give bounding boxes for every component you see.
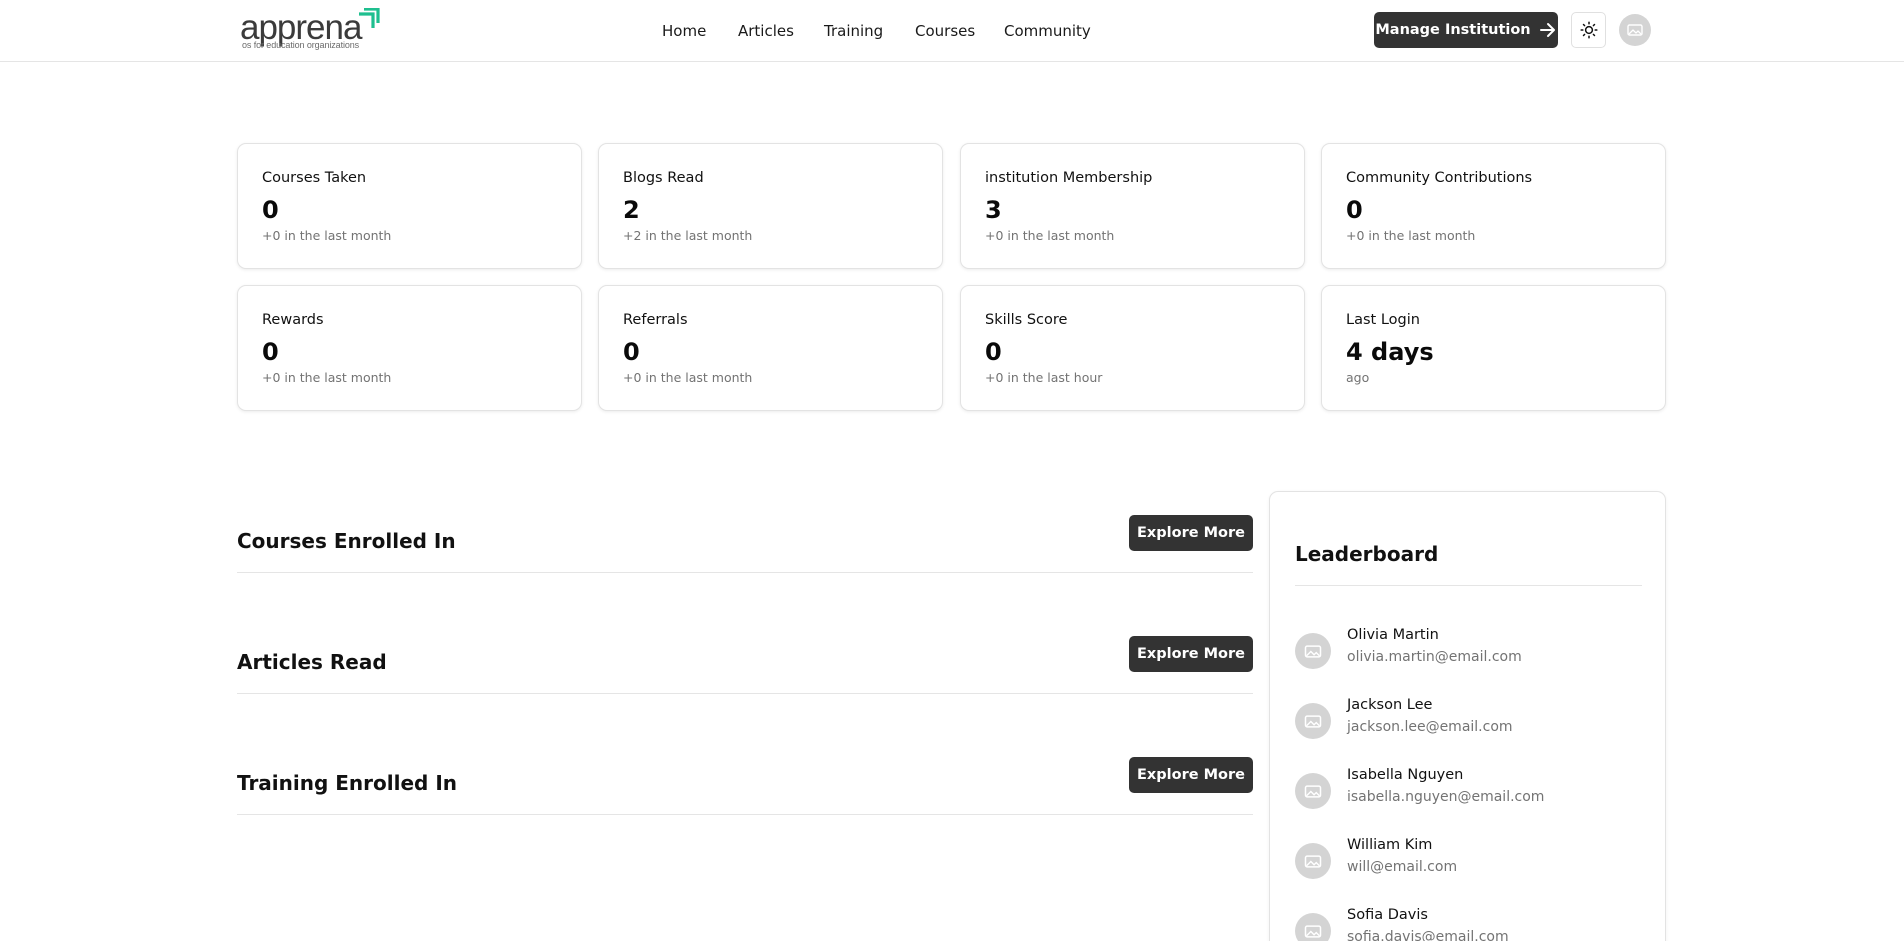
stat-value: 4 days: [1346, 338, 1434, 366]
stat-card-last-login: Last Login 4 days ago: [1321, 285, 1666, 411]
stat-title: Community Contributions: [1346, 170, 1533, 186]
stat-card-rewards: Rewards 0 +0 in the last month: [237, 285, 582, 411]
stat-value: 0: [623, 338, 640, 366]
avatar: [1295, 633, 1331, 669]
stat-change: +2 in the last month: [623, 228, 753, 243]
stat-card-institution-membership: institution Membership 3 +0 in the last …: [960, 143, 1305, 269]
leaderboard-email: sofia.davis@email.com: [1347, 929, 1509, 941]
image-placeholder-icon: [1304, 784, 1322, 798]
sun-icon: [1579, 21, 1598, 39]
stat-value: 0: [262, 196, 279, 224]
stat-title: Skills Score: [985, 312, 1068, 328]
divider: [1295, 585, 1642, 586]
nav-home[interactable]: Home: [662, 21, 706, 41]
stat-change: +0 in the last month: [623, 370, 753, 385]
leaderboard-entry[interactable]: Jackson Lee jackson.lee@email.com: [1295, 697, 1642, 747]
stat-card-blogs-read: Blogs Read 2 +2 in the last month: [598, 143, 943, 269]
section-title: Courses Enrolled In: [237, 529, 456, 553]
image-placeholder-icon: [1627, 24, 1643, 36]
explore-more-courses-button[interactable]: Explore More: [1129, 515, 1253, 551]
leaderboard-entry[interactable]: Isabella Nguyen isabella.nguyen@email.co…: [1295, 767, 1642, 817]
leaderboard-name: Isabella Nguyen: [1347, 767, 1464, 783]
section-articles-read: Articles Read Explore More: [237, 636, 1253, 694]
leaderboard-entry[interactable]: Sofia Davis sofia.davis@email.com: [1295, 907, 1642, 941]
nav-courses[interactable]: Courses: [915, 21, 975, 41]
stat-card-community-contributions: Community Contributions 0 +0 in the last…: [1321, 143, 1666, 269]
stat-change: +0 in the last month: [985, 228, 1115, 243]
manage-institution-label: Manage Institution: [1375, 22, 1531, 38]
explore-more-training-button[interactable]: Explore More: [1129, 757, 1253, 793]
section-title: Articles Read: [237, 650, 387, 674]
leaderboard-name: Jackson Lee: [1347, 697, 1433, 713]
stat-title: Last Login: [1346, 312, 1420, 328]
image-placeholder-icon: [1304, 644, 1322, 658]
avatar: [1295, 703, 1331, 739]
stat-value: 3: [985, 196, 1002, 224]
stat-value: 0: [985, 338, 1002, 366]
leaderboard-email: jackson.lee@email.com: [1347, 719, 1513, 735]
stat-value: 2: [623, 196, 640, 224]
avatar: [1295, 773, 1331, 809]
stat-title: Rewards: [262, 312, 324, 328]
theme-toggle-button[interactable]: [1571, 12, 1606, 48]
leaderboard-email: will@email.com: [1347, 859, 1458, 875]
explore-more-articles-button[interactable]: Explore More: [1129, 636, 1253, 672]
stat-title: Referrals: [623, 312, 688, 328]
leaderboard-entry[interactable]: William Kim will@email.com: [1295, 837, 1642, 887]
nav-articles[interactable]: Articles: [738, 21, 794, 41]
image-placeholder-icon: [1304, 714, 1322, 728]
image-placeholder-icon: [1304, 924, 1322, 938]
nav-training[interactable]: Training: [824, 21, 883, 41]
manage-institution-button[interactable]: Manage Institution: [1374, 12, 1558, 48]
stat-card-courses-taken: Courses Taken 0 +0 in the last month: [237, 143, 582, 269]
leaderboard-title: Leaderboard: [1295, 542, 1439, 566]
avatar: [1295, 913, 1331, 941]
nav-community[interactable]: Community: [1004, 21, 1091, 41]
stat-change: +0 in the last hour: [985, 370, 1103, 385]
section-title: Training Enrolled In: [237, 771, 458, 795]
leaderboard-name: Sofia Davis: [1347, 907, 1428, 923]
leaderboard-entry[interactable]: Olivia Martin olivia.martin@email.com: [1295, 627, 1642, 677]
leaderboard-name: William Kim: [1347, 837, 1433, 853]
user-avatar[interactable]: [1619, 14, 1651, 46]
stat-value: 0: [1346, 196, 1363, 224]
leaderboard-panel: Leaderboard Olivia Martin olivia.martin@…: [1269, 491, 1666, 941]
stat-change: +0 in the last month: [262, 370, 392, 385]
stat-value: 0: [262, 338, 279, 366]
stat-card-skills-score: Skills Score 0 +0 in the last hour: [960, 285, 1305, 411]
image-placeholder-icon: [1304, 854, 1322, 868]
avatar: [1295, 843, 1331, 879]
stat-title: institution Membership: [985, 170, 1153, 186]
arrow-right-icon: [1539, 23, 1555, 37]
section-courses-enrolled: Courses Enrolled In Explore More: [237, 515, 1253, 573]
brand-tagline: os for education organizations: [242, 40, 360, 50]
stat-card-referrals: Referrals 0 +0 in the last month: [598, 285, 943, 411]
leaderboard-email: olivia.martin@email.com: [1347, 649, 1522, 665]
section-training-enrolled: Training Enrolled In Explore More: [237, 757, 1253, 815]
leaderboard-email: isabella.nguyen@email.com: [1347, 789, 1545, 805]
stat-change: ago: [1346, 370, 1370, 385]
leaderboard-name: Olivia Martin: [1347, 627, 1439, 643]
stat-title: Blogs Read: [623, 170, 704, 186]
stat-change: +0 in the last month: [1346, 228, 1476, 243]
stat-title: Courses Taken: [262, 170, 367, 186]
top-header: apprena os for education organizations H…: [0, 0, 1904, 62]
stat-change: +0 in the last month: [262, 228, 392, 243]
